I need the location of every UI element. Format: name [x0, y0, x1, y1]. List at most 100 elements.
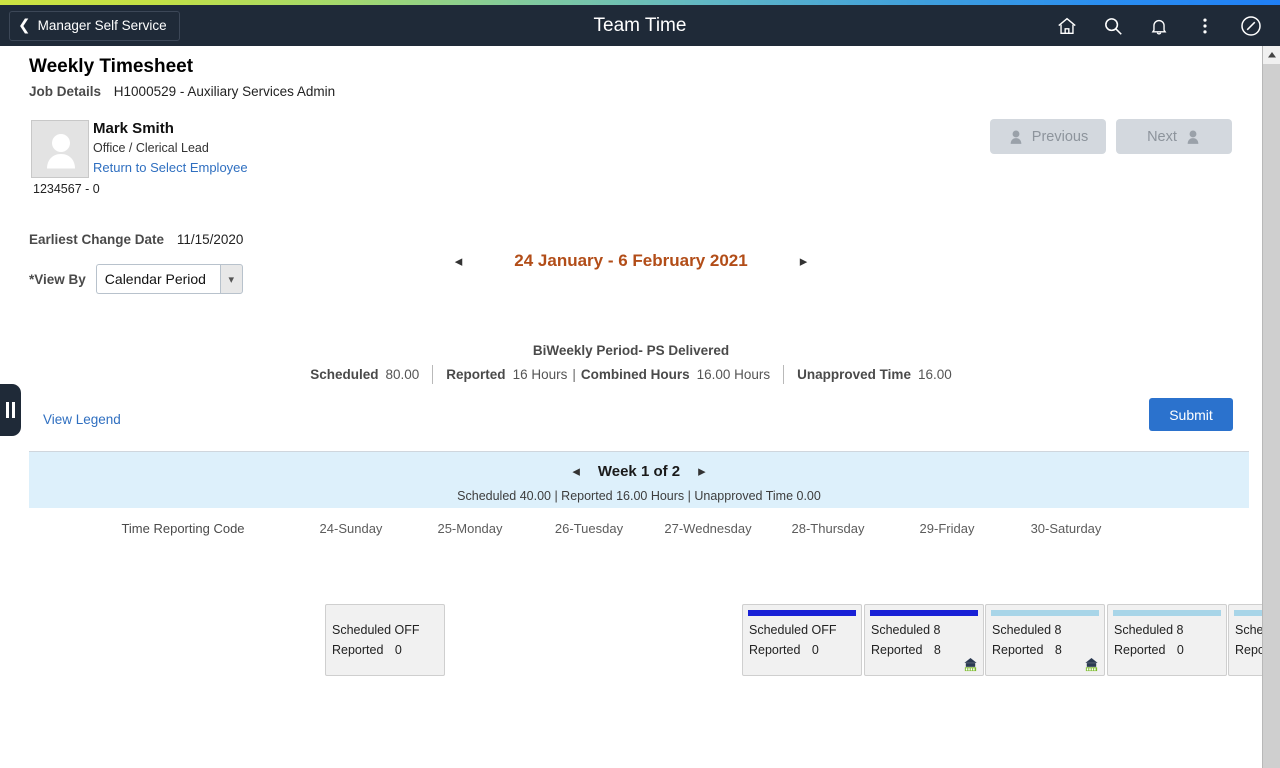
view-by-label: *View By — [29, 271, 86, 287]
day-header-6: 30-Saturday — [1030, 521, 1102, 536]
reported-text: Reported 0 — [332, 643, 402, 657]
period-reported-value: 16 Hours — [512, 367, 568, 382]
employee-name: Mark Smith — [93, 120, 174, 137]
reported-value: 8 — [933, 643, 941, 657]
reported-text: Reported 0 — [749, 643, 819, 657]
schedule-card-0: Scheduled OFF Reported 0 — [742, 604, 862, 676]
reported-text: Reported 8 — [992, 643, 1062, 657]
view-by-row: *View By Calendar Period ▾ — [29, 264, 243, 294]
schedule-card-6: Scheduled OFF Reported 0 — [325, 604, 445, 676]
reported-value: 8 — [1054, 643, 1062, 657]
handle-bar-right — [12, 402, 15, 418]
previous-period-button[interactable]: ◂ — [455, 252, 463, 270]
person-icon — [1010, 130, 1022, 144]
next-button-label: Next — [1147, 128, 1177, 145]
previous-button-label: Previous — [1031, 128, 1089, 145]
reported-text: Reported 0 — [1235, 643, 1262, 657]
scheduled-text: Scheduled OFF — [332, 623, 420, 637]
schedule-card-2: Scheduled 8 Reported 8 — [985, 604, 1105, 676]
view-by-select[interactable]: Calendar Period — [95, 264, 220, 294]
scheduled-text: Scheduled 8 — [992, 623, 1062, 637]
earliest-change-date-row: Earliest Change Date 11/15/2020 — [29, 232, 243, 247]
reported-text: Reported 8 — [871, 643, 941, 657]
actions-menu-icon[interactable] — [1184, 5, 1226, 46]
job-details-label: Job Details — [29, 84, 102, 99]
period-subtitle: BiWeekly Period- PS Delivered — [532, 343, 730, 358]
earliest-change-date-value: 11/15/2020 — [176, 232, 244, 247]
reported-value: 0 — [394, 643, 402, 657]
week-title: Week 1 of 2 — [597, 462, 681, 480]
reported-label: Reported — [871, 643, 923, 657]
reported-value: 0 — [811, 643, 819, 657]
person-icon — [1187, 130, 1199, 144]
return-to-select-employee-link[interactable]: Return to Select Employee — [93, 160, 248, 175]
schedule-card-4: Scheduled 8 Reported 0 — [1228, 604, 1262, 676]
employee-id: 1234567 - 0 — [33, 182, 100, 196]
holiday-building-icon — [963, 657, 978, 672]
next-week-button[interactable]: ▸ — [698, 462, 706, 480]
reported-label: Reported — [749, 643, 801, 657]
side-panel-toggle-handle[interactable] — [0, 384, 21, 436]
period-scheduled-label: Scheduled — [310, 367, 379, 382]
schedule-status-bar — [748, 610, 856, 616]
schedule-status-bar — [1234, 610, 1262, 616]
chevron-down-icon[interactable]: ▾ — [219, 264, 243, 294]
schedule-status-bar — [870, 610, 978, 616]
submit-button[interactable]: Submit — [1149, 398, 1233, 431]
job-details-value: H1000529 - Auxiliary Services Admin — [113, 84, 336, 99]
scheduled-text: Scheduled 8 — [871, 623, 941, 637]
page-title: Weekly Timesheet — [29, 56, 194, 77]
reported-label: Reported — [332, 643, 384, 657]
chevron-left-icon: ❮ — [18, 16, 31, 34]
view-legend-link[interactable]: View Legend — [43, 412, 121, 427]
previous-week-button[interactable]: ◂ — [572, 462, 580, 480]
holiday-building-icon — [1084, 657, 1099, 672]
notifications-bell-icon[interactable] — [1138, 5, 1180, 46]
employee-navigation-buttons: Previous Next — [990, 119, 1232, 154]
period-range-label: 24 January - 6 February 2021 — [514, 251, 748, 270]
schedule-card-row: Scheduled OFF Reported 0 Scheduled 8 Rep… — [325, 546, 1262, 676]
summary-divider — [432, 365, 434, 384]
back-to-manager-self-service-button[interactable]: ❮ Manager Self Service — [9, 10, 180, 41]
period-combined-label: Combined Hours — [580, 367, 690, 382]
column-header-row: Time Reporting Code 24-Sunday 25-Monday … — [29, 512, 1249, 546]
previous-employee-button[interactable]: Previous — [990, 119, 1106, 154]
handle-bar-left — [6, 402, 9, 418]
reported-text: Reported 0 — [1114, 643, 1184, 657]
summary-divider-2 — [783, 365, 785, 384]
week-title-row: ◂ Week 1 of 2 ▸ — [29, 462, 1249, 480]
reported-label: Reported — [992, 643, 1044, 657]
period-unapproved-value: 16.00 — [917, 367, 952, 382]
scroll-up-button[interactable] — [1263, 46, 1280, 64]
back-button-label: Manager Self Service — [37, 18, 167, 33]
scheduled-text: Scheduled OFF — [749, 623, 837, 637]
time-reporting-code-header: Time Reporting Code — [121, 521, 245, 536]
page-body: Weekly Timesheet Job Details H1000529 - … — [0, 46, 1262, 768]
page-scrollbar[interactable] — [1262, 46, 1280, 768]
reported-value: 0 — [1176, 643, 1184, 657]
search-icon[interactable] — [1092, 5, 1134, 46]
header-icon-group — [1046, 5, 1272, 46]
reported-label: Reported — [1235, 643, 1262, 657]
timesheet-grid: Time Reporting Code 24-Sunday 25-Monday … — [29, 512, 1262, 676]
schedule-status-bar — [991, 610, 1099, 616]
avatar — [31, 120, 89, 178]
employee-job-title: Office / Clerical Lead — [93, 141, 209, 155]
scheduled-text: Scheduled 8 — [1114, 623, 1184, 637]
period-summary: Scheduled 80.00 Reported 16 Hours | Comb… — [0, 365, 1262, 384]
period-combined-value: 16.00 Hours — [696, 367, 771, 382]
home-icon[interactable] — [1046, 5, 1088, 46]
period-unapproved-label: Unapproved Time — [797, 367, 911, 382]
next-period-button[interactable]: ▸ — [800, 252, 808, 270]
period-reported-label: Reported — [446, 367, 506, 382]
schedule-status-bar — [331, 610, 439, 616]
job-details-row: Job Details H1000529 - Auxiliary Service… — [29, 84, 335, 99]
inline-divider: | — [572, 367, 576, 382]
navigator-compass-icon[interactable] — [1230, 5, 1272, 46]
next-employee-button[interactable]: Next — [1116, 119, 1232, 154]
scheduled-text: Scheduled 8 — [1235, 623, 1262, 637]
reported-label: Reported — [1114, 643, 1166, 657]
earliest-change-date-label: Earliest Change Date — [29, 232, 165, 247]
period-scheduled-value: 80.00 — [385, 367, 420, 382]
schedule-status-bar — [1113, 610, 1221, 616]
